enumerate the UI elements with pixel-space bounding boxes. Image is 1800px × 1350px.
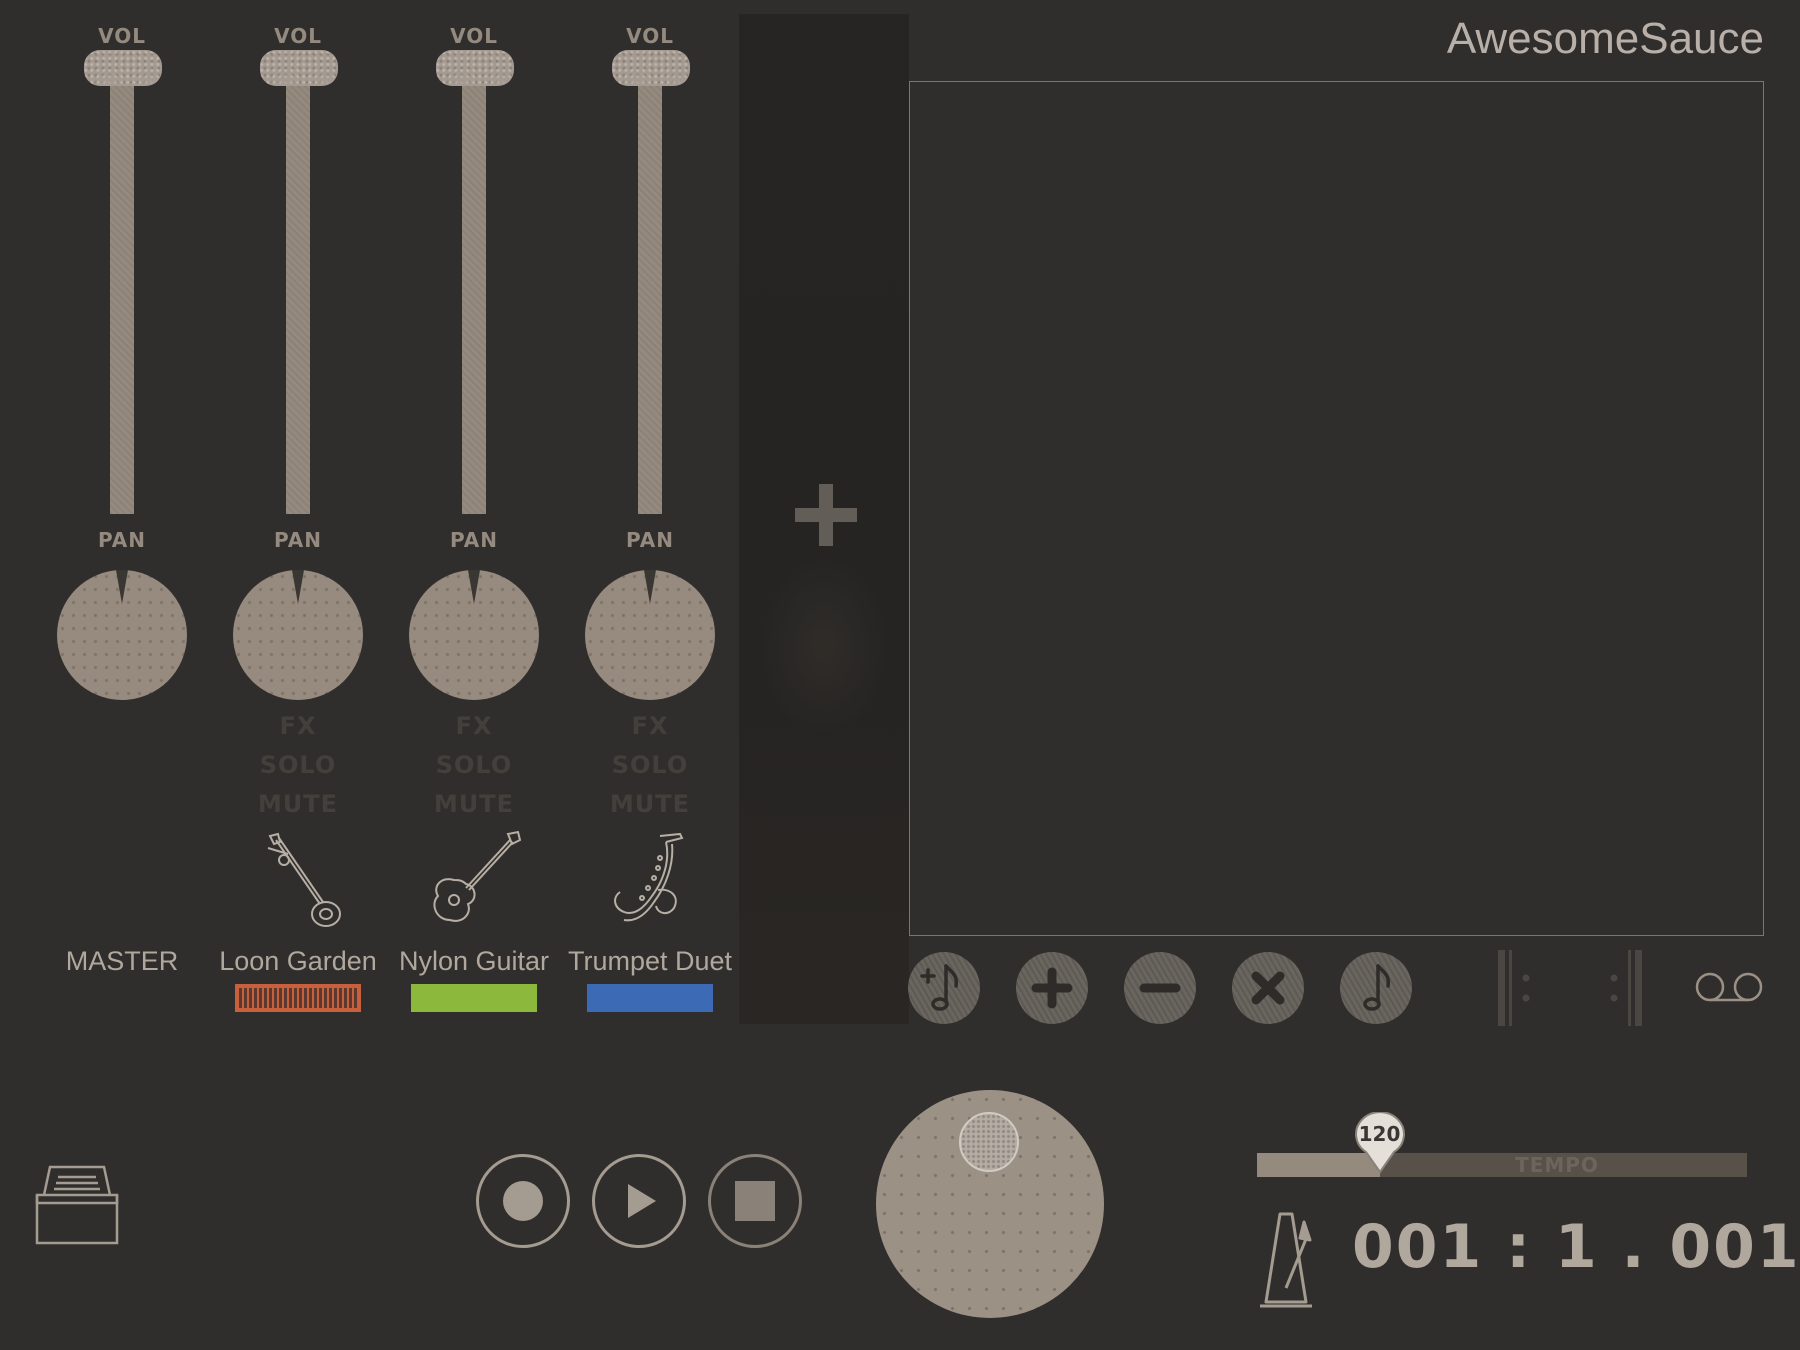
app-title: AwesomeSauce [1446, 14, 1764, 63]
sequence-editor-area[interactable] [909, 81, 1764, 936]
tempo-slider-thumb[interactable]: 120 [1350, 1111, 1410, 1174]
tempo-label: TEMPO [1515, 1153, 1599, 1177]
jog-wheel-handle[interactable] [959, 1112, 1019, 1172]
pan-label: PAN [449, 528, 499, 552]
repeat-start-icon[interactable] [1496, 950, 1544, 1026]
repeat-end-icon[interactable] [1602, 950, 1650, 1026]
add-note-icon [920, 964, 959, 1011]
add-track-glow [759, 554, 889, 734]
sitar-icon[interactable] [248, 830, 348, 930]
pan-label: PAN [625, 528, 675, 552]
delete-button[interactable] [1232, 952, 1304, 1024]
volume-fader-handle[interactable] [436, 50, 514, 86]
remove-button[interactable] [1124, 952, 1196, 1024]
pan-pointer [644, 570, 656, 604]
channel-trumpet-duet: VOL PAN FX SOLO MUTE Trumpet Duet [562, 0, 738, 1012]
minus-icon [1139, 983, 1181, 993]
mute-button[interactable]: MUTE [210, 790, 386, 818]
mute-button[interactable]: MUTE [562, 790, 738, 818]
channel-name[interactable]: Trumpet Duet [542, 946, 758, 977]
solo-button[interactable]: SOLO [386, 751, 562, 779]
channel-master: VOL PAN MASTER [34, 0, 210, 1000]
pan-label: PAN [97, 528, 147, 552]
solo-button[interactable]: SOLO [210, 751, 386, 779]
pan-pointer [468, 570, 480, 604]
pan-knob[interactable] [409, 570, 539, 700]
pan-pointer [116, 570, 128, 604]
channel-nylon-guitar: VOL PAN FX SOLO MUTE Nylon Guitar [386, 0, 562, 1012]
fx-button[interactable]: FX [210, 712, 386, 740]
add-note-button[interactable] [908, 952, 980, 1024]
pan-pointer [292, 570, 304, 604]
note-button[interactable] [1340, 952, 1412, 1024]
vol-label: VOL [274, 24, 322, 48]
tempo-slider[interactable]: TEMPO [1257, 1153, 1747, 1177]
play-icon [628, 1184, 656, 1218]
plus-icon [1031, 967, 1073, 1009]
volume-fader-handle[interactable] [260, 50, 338, 86]
jog-wheel[interactable] [876, 1090, 1104, 1318]
note-icon [1363, 964, 1391, 1011]
channel-color-bar[interactable] [235, 984, 361, 1012]
fx-button[interactable]: FX [386, 712, 562, 740]
channel-color-bar[interactable] [587, 984, 713, 1012]
vol-label: VOL [626, 24, 674, 48]
pan-knob[interactable] [57, 570, 187, 700]
plus-icon[interactable] [795, 484, 857, 546]
channel-loon-garden: VOL PAN FX SOLO MUTE Loon Garden [210, 0, 386, 1012]
saxophone-icon[interactable] [600, 830, 700, 930]
play-button[interactable] [592, 1154, 686, 1248]
vol-label: VOL [450, 24, 498, 48]
volume-fader-track[interactable] [638, 80, 662, 514]
pan-label: PAN [273, 528, 323, 552]
pan-knob[interactable] [585, 570, 715, 700]
volume-fader-handle[interactable] [612, 50, 690, 86]
record-icon [503, 1181, 543, 1221]
volume-fader-track[interactable] [286, 80, 310, 514]
vol-label: VOL [98, 24, 146, 48]
song-position-display: 001 : 1 . 001 [1352, 1212, 1800, 1282]
volume-fader-handle[interactable] [84, 50, 162, 86]
tempo-value: 120 [1358, 1122, 1401, 1146]
add-track-column[interactable] [739, 14, 909, 1024]
volume-fader-track[interactable] [110, 80, 134, 514]
loop-icon[interactable] [1693, 970, 1765, 1004]
close-icon [1251, 971, 1285, 1005]
volume-fader-track[interactable] [462, 80, 486, 514]
fx-button[interactable]: FX [562, 712, 738, 740]
guitar-icon[interactable] [424, 830, 524, 930]
stop-button[interactable] [708, 1154, 802, 1248]
add-button[interactable] [1016, 952, 1088, 1024]
pan-knob[interactable] [233, 570, 363, 700]
stop-icon [735, 1181, 775, 1221]
metronome-icon[interactable] [1256, 1210, 1318, 1310]
record-button[interactable] [476, 1154, 570, 1248]
mute-button[interactable]: MUTE [386, 790, 562, 818]
channel-color-bar[interactable] [411, 984, 537, 1012]
solo-button[interactable]: SOLO [562, 751, 738, 779]
archive-box-icon[interactable] [34, 1163, 120, 1245]
